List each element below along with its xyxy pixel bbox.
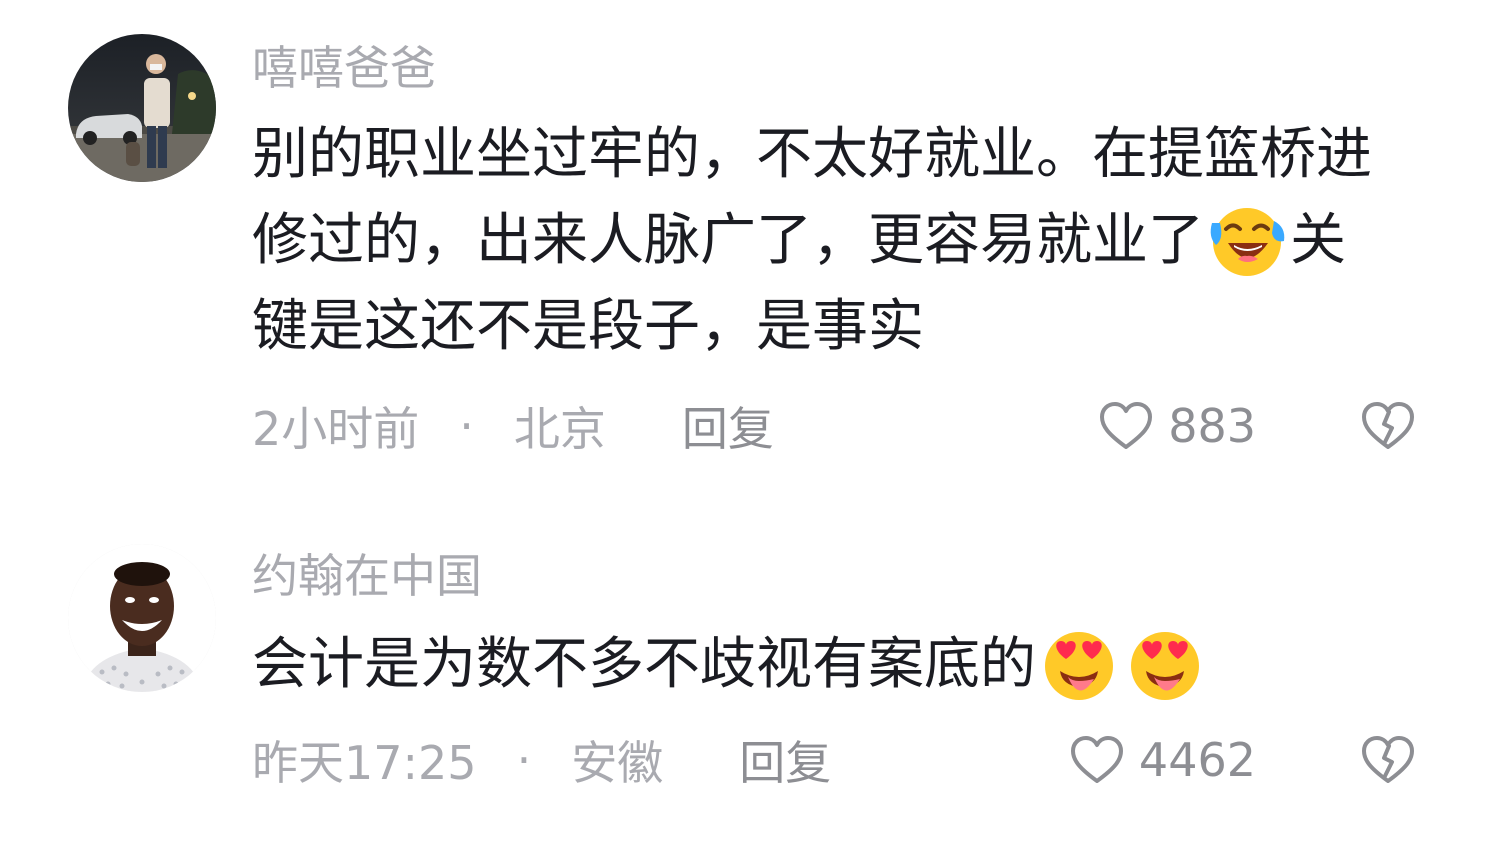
comment-text: 会计是为数不多不歧视有案底的 — [252, 622, 1392, 708]
comment-meta: 昨天17:25 · 安徽 回复 — [252, 728, 831, 792]
heart-outline-icon — [1100, 402, 1153, 449]
meta-separator: · — [459, 399, 474, 453]
like-button[interactable]: 883 — [1098, 394, 1256, 458]
comment-time: 昨天17:25 — [252, 736, 477, 790]
heart-outline-icon — [1070, 736, 1123, 783]
meta-separator: · — [516, 733, 532, 787]
comment-time: 2小时前 — [252, 402, 420, 456]
avatar-image — [68, 544, 216, 692]
comment-item: 约翰在中国 会计是为数不多不歧视有案底的 昨天17:25 · 安徽 回复 446… — [0, 520, 1500, 843]
comment-location: 安徽 — [571, 736, 664, 790]
comment-text: 别的职业坐过牢的，不太好就业。在提篮桥进修过的，出来人脉广了，更容易就业了 关键… — [252, 112, 1392, 370]
like-count: 883 — [1168, 399, 1256, 453]
reply-button[interactable]: 回复 — [739, 727, 831, 793]
comment-text-part: 会计是为数不多不歧视有案底的 — [252, 632, 1036, 697]
like-button[interactable]: 4462 — [1069, 728, 1256, 792]
laughing-crying-emoji-graphic — [1210, 208, 1285, 276]
heart-eyes-tongue-emoji — [1038, 623, 1120, 705]
broken-heart-icon — [1362, 402, 1414, 449]
dislike-button[interactable] — [1360, 400, 1416, 452]
comment-meta: 2小时前 · 北京 回复 — [252, 394, 774, 458]
heart-eyes-tongue-emoji — [1124, 623, 1206, 705]
broken-heart-icon — [1362, 736, 1414, 783]
avatar[interactable] — [68, 544, 216, 692]
username[interactable]: 约翰在中国 — [252, 546, 482, 606]
laughing-crying-emoji — [1206, 199, 1288, 281]
like-count: 4462 — [1138, 733, 1256, 787]
comment-text-part: 别的职业坐过牢的，不太好就业。在提篮桥进修过的，出来人脉广了，更容易就业了 — [252, 122, 1372, 273]
comment-item: 嘻嘻爸爸 别的职业坐过牢的，不太好就业。在提篮桥进修过的，出来人脉广了，更容易就… — [0, 0, 1500, 480]
heart-eyes-tongue-emoji-graphic — [1045, 632, 1113, 700]
avatar-image — [68, 34, 216, 182]
reply-button[interactable]: 回复 — [682, 393, 774, 459]
comment-location: 北京 — [513, 402, 606, 456]
dislike-button[interactable] — [1360, 734, 1416, 786]
avatar[interactable] — [68, 34, 216, 182]
username[interactable]: 嘻嘻爸爸 — [252, 38, 436, 98]
heart-eyes-tongue-emoji-graphic — [1131, 632, 1199, 700]
